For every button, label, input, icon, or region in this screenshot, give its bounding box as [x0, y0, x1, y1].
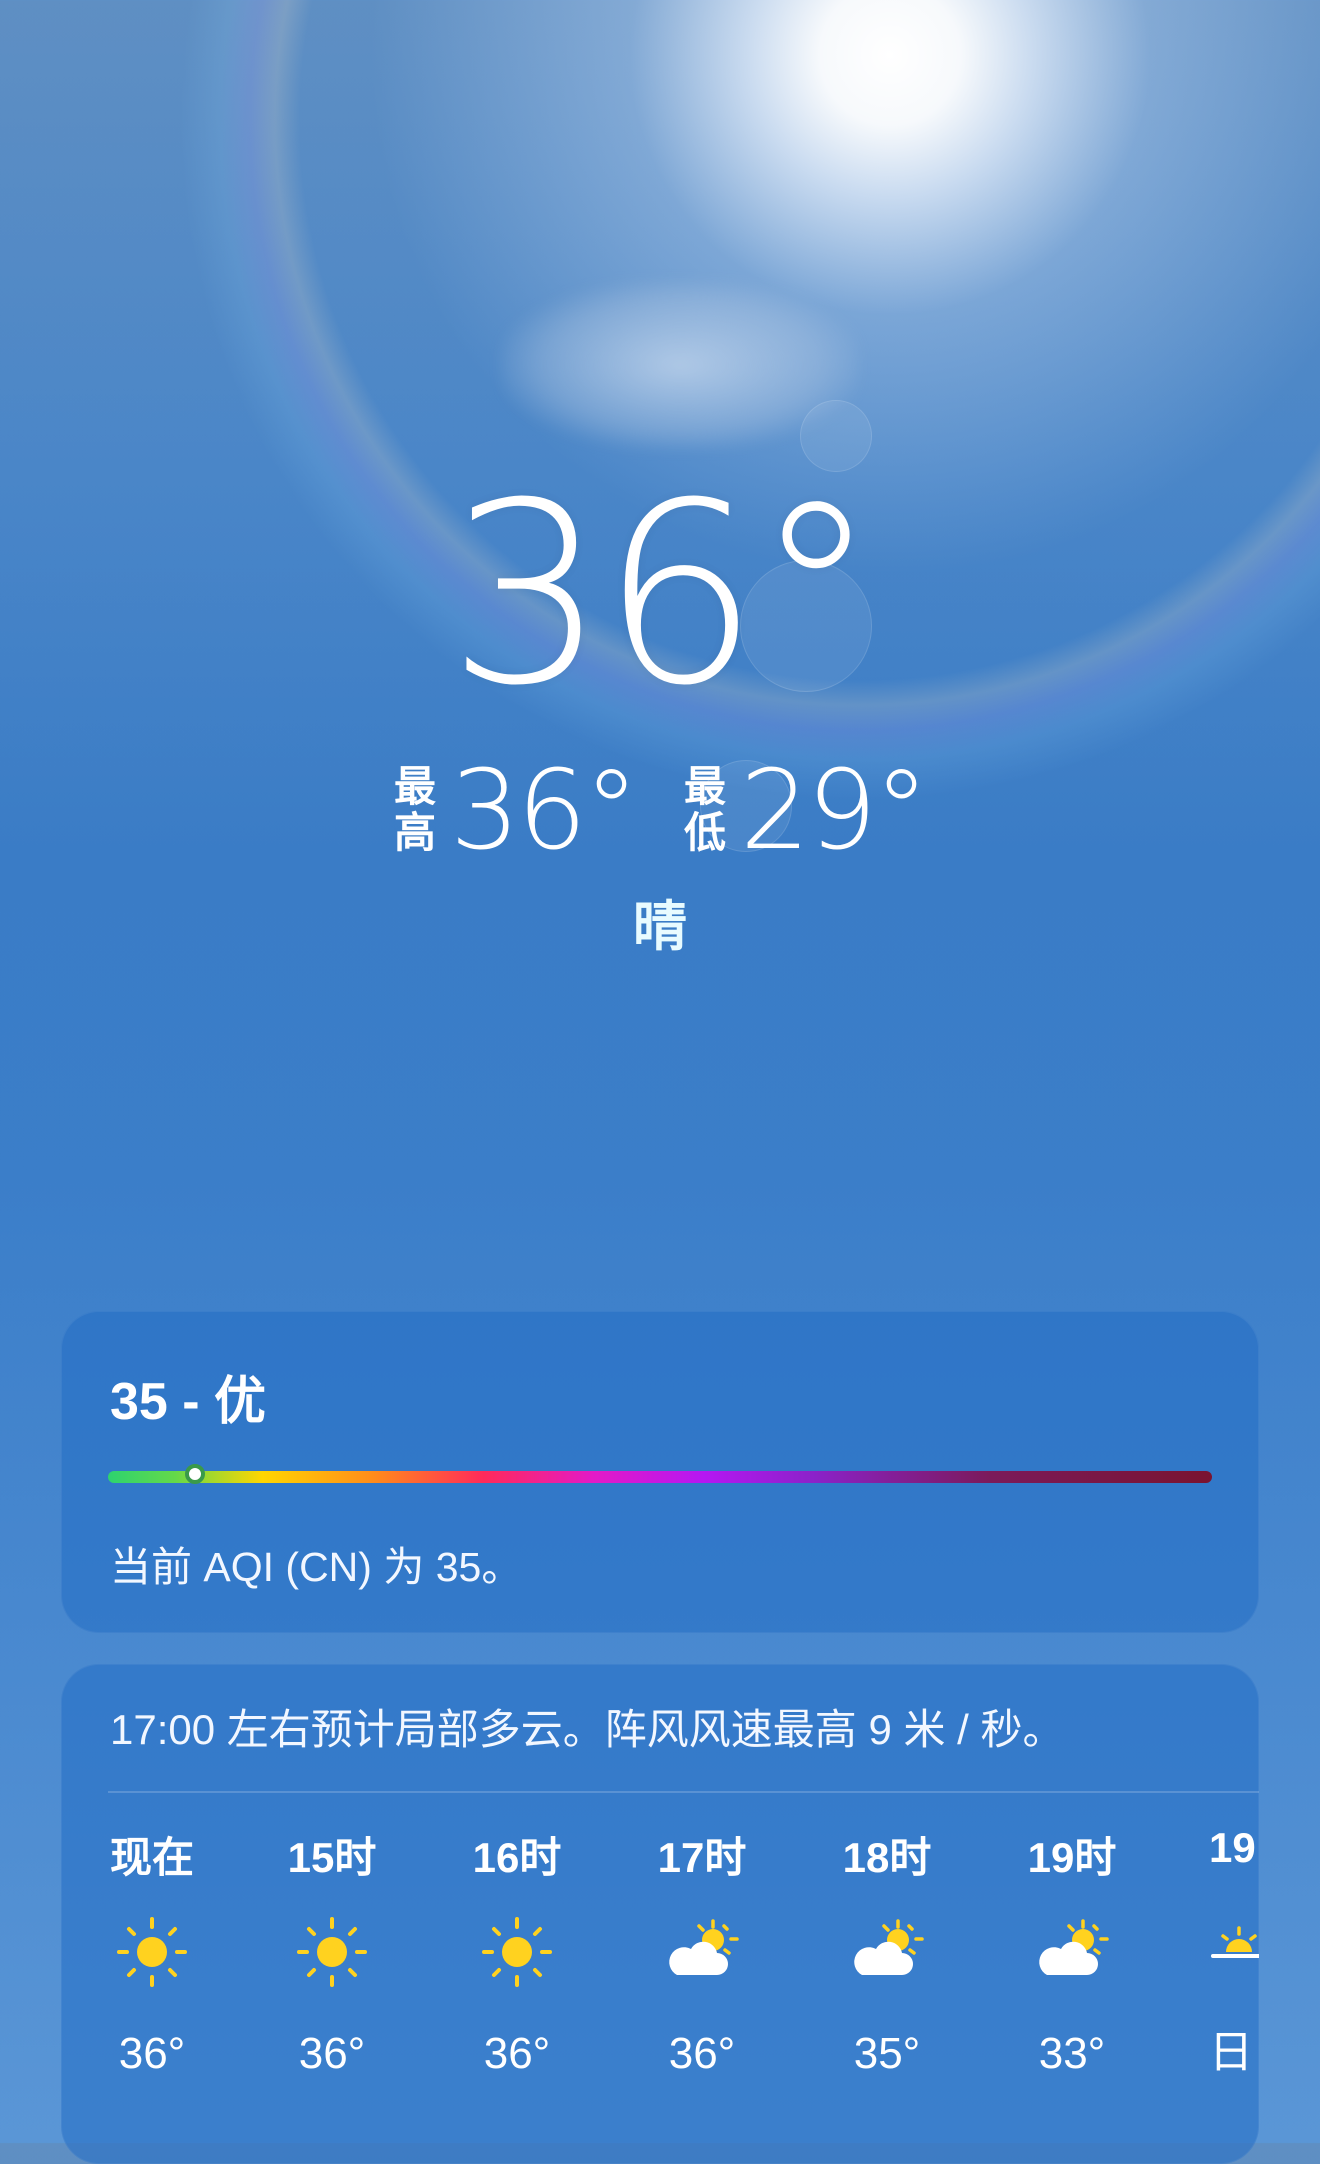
hour-item: 16时 36°: [442, 1824, 592, 2079]
low-label: 最 低: [684, 763, 727, 856]
partly-cloudy-icon: [669, 1919, 739, 1975]
low-temperature: 最 低 29°: [684, 746, 929, 874]
hour-label: 17时: [657, 1834, 747, 1881]
partly-cloudy-icon: [1039, 1919, 1109, 1975]
hour-item: 现在 36°: [77, 1824, 227, 2079]
hourly-forecast-card[interactable]: 17:00 左右预计局部多云。阵风风速最高 9 米 / 秒。 现在 36° 15…: [61, 1664, 1259, 2164]
hour-label: 现在: [109, 1834, 194, 1881]
current-temperature: 36°: [447, 449, 878, 740]
hour-temperature: 36°: [298, 2029, 366, 2078]
hour-item: 19时 33°: [997, 1824, 1147, 2079]
hour-temperature: 36°: [668, 2029, 736, 2078]
sun-icon: [297, 1917, 367, 1987]
high-label: 最 高: [394, 763, 437, 856]
aqi-scale-marker: [184, 1464, 205, 1484]
sunset-icon: [1211, 1926, 1259, 1958]
hour-label: 15时: [287, 1834, 377, 1881]
aqi-scale-bar: [108, 1471, 1212, 1483]
low-value: 29°: [740, 746, 929, 874]
aqi-title: 35 - 优: [110, 1373, 267, 1431]
hourly-summary: 17:00 左右预计局部多云。阵风风速最高 9 米 / 秒。: [110, 1706, 1065, 1753]
partly-cloudy-icon: [854, 1919, 924, 1975]
aqi-description: 当前 AQI (CN) 为 35。: [110, 1544, 523, 1590]
hour-item: 15时 36°: [257, 1824, 407, 2079]
high-value: 36°: [450, 746, 639, 874]
air-quality-card[interactable]: 35 - 优 当前 AQI (CN) 为 35。: [61, 1311, 1259, 1633]
hour-temperature: 36°: [483, 2029, 551, 2078]
high-low-temperatures: 最 高 36° 最 低 29°: [0, 755, 1320, 865]
high-temperature: 最 高 36°: [394, 746, 639, 874]
sun-icon: [117, 1917, 187, 1987]
hour-label: 18时: [842, 1834, 932, 1881]
divider: [108, 1791, 1259, 1793]
hour-label: 16时: [472, 1834, 562, 1881]
hour-temperature: 日: [1209, 2028, 1253, 2077]
hour-item-partial: 19 日: [1209, 1824, 1259, 2080]
hour-temperature: 33°: [1038, 2029, 1106, 2078]
hour-temperature: 36°: [118, 2029, 186, 2078]
hour-item: 18时 35°: [812, 1824, 962, 2079]
current-weather: 36°: [0, 470, 1320, 720]
hour-item: 17时 36°: [627, 1824, 777, 2079]
weather-condition: 晴: [633, 897, 687, 957]
sun-icon: [482, 1917, 552, 1987]
hour-label: 19时: [1027, 1834, 1117, 1881]
hour-label: 19: [1209, 1824, 1256, 1871]
hour-temperature: 35°: [853, 2029, 921, 2078]
